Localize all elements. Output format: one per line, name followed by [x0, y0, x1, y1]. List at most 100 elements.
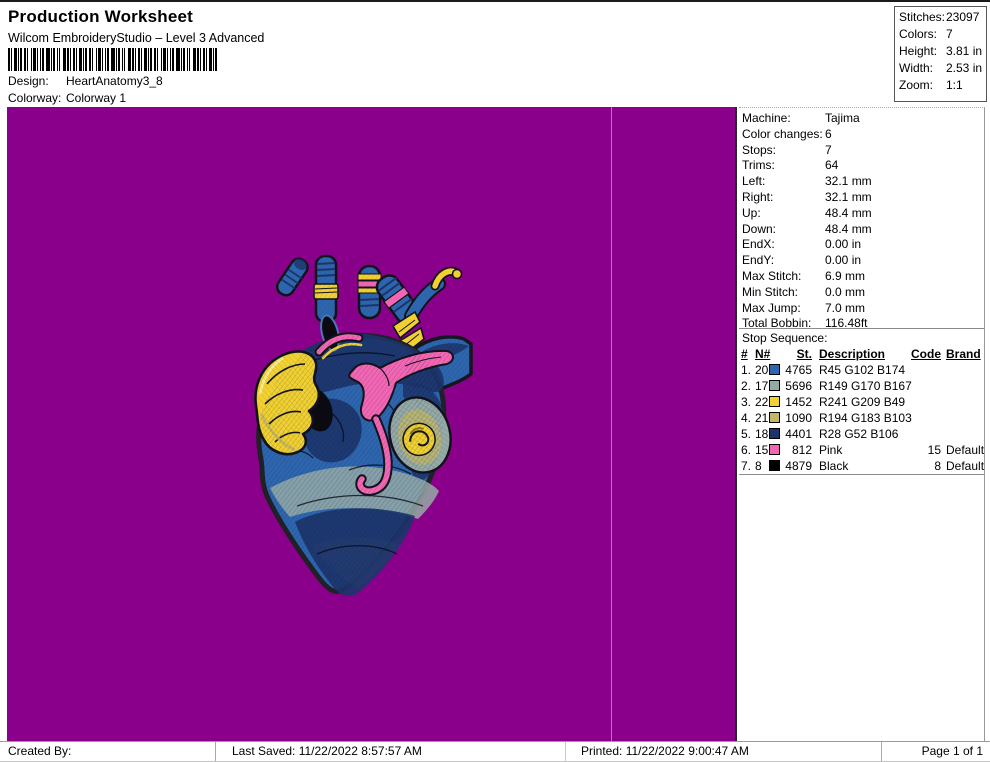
needle-number: 15: [755, 443, 769, 457]
machine-info-label: Max Jump:: [742, 300, 801, 315]
machine-info-value: 7.0 mm: [825, 300, 866, 315]
machine-info-value: 6.9 mm: [825, 268, 866, 283]
stop-sequence-row: 1. 20 4765 R45 G102 B174: [739, 362, 984, 378]
col-num: #: [741, 347, 748, 361]
summary-row: Colors: 7: [899, 26, 986, 43]
needle-number: 8: [755, 459, 762, 473]
stop-sequence-row: 2. 17 5696 R149 G170 B167: [739, 378, 984, 394]
machine-info-row: Machine: Tajima: [742, 111, 982, 127]
machine-info-value: 116.48ft: [825, 316, 868, 331]
machine-info-row: Up: 48.4 mm: [742, 206, 982, 222]
needle-number: 18: [755, 427, 769, 441]
machine-info-label: Up:: [742, 205, 761, 220]
thread-description: R194 G183 B103: [819, 411, 912, 425]
page-title: Production Worksheet: [8, 7, 194, 26]
stitch-count: 812: [791, 443, 812, 457]
machine-info-value: 0.00 in: [825, 253, 862, 268]
needle-number: 17: [755, 379, 769, 393]
machine-info-value: 0.00 in: [825, 237, 862, 252]
machine-info-row: Stops: 7: [742, 143, 982, 159]
machine-info-row: Max Jump: 7.0 mm: [742, 301, 982, 317]
machine-info-label: Machine:: [742, 111, 791, 125]
machine-info-row: Min Stitch: 0.0 mm: [742, 285, 982, 301]
thread-description: R149 G170 B167: [819, 379, 912, 393]
production-worksheet-page: Production Worksheet Wilcom EmbroiderySt…: [0, 0, 990, 762]
machine-info-value: 6: [825, 126, 832, 141]
thread-description: Pink: [819, 443, 843, 457]
stop-number: 1.: [741, 363, 752, 377]
stop-sequence-row: 6. 15 812 Pink 15 Default: [739, 442, 984, 458]
summary-label: Width:: [899, 61, 934, 75]
machine-info-label: Total Bobbin:: [742, 316, 812, 331]
machine-info-label: Stops:: [742, 142, 777, 157]
summary-value: 1:1: [946, 78, 963, 92]
machine-info-value: 48.4 mm: [825, 221, 872, 236]
needle-number: 21: [755, 411, 769, 425]
needle-number: 20: [755, 363, 769, 377]
machine-info-list: Machine: Tajima Color changes: 6 Stops: 7 Trim…: [742, 111, 982, 332]
machine-info-value: 32.1 mm: [825, 174, 872, 189]
thread-code: 15: [927, 443, 941, 457]
summary-row: Stitches: 23097: [899, 9, 986, 26]
summary-value: 3.81 in: [946, 44, 983, 58]
machine-info-label: EndX:: [742, 237, 775, 252]
stitch-count: 4879: [785, 459, 812, 473]
machine-info-row: EndX: 0.00 in: [742, 237, 982, 253]
colorway-row: Colorway: Colorway 1: [8, 91, 126, 106]
stop-sequence-title: Stop Sequence:: [742, 331, 828, 345]
barcode-icon: [8, 48, 217, 71]
stitch-count: 5696: [785, 379, 812, 393]
stop-sequence-header: # N# St. Description Code Brand: [739, 346, 984, 362]
stitch-count: 1452: [785, 395, 812, 409]
machine-info-label: Min Stitch:: [742, 284, 799, 299]
thread-description: R28 G52 B106: [819, 427, 899, 441]
stop-sequence-row: 5. 18 4401 R28 G52 B106: [739, 426, 984, 442]
col-brand: Brand: [946, 347, 981, 361]
footer-divider: [565, 742, 566, 761]
machine-info-row: Total Bobbin: 116.48ft: [742, 316, 982, 332]
page-boundary-line: [611, 107, 612, 741]
design-label: Design:: [8, 74, 49, 88]
thread-description: R45 G102 B174: [819, 363, 906, 377]
worksheet-footer: Created By: Last Saved: 11/22/2022 8:57:…: [0, 741, 990, 762]
machine-info-value: 0.0 mm: [825, 284, 866, 299]
stop-number: 4.: [741, 411, 752, 425]
summary-label: Colors:: [899, 27, 938, 41]
thread-color-swatch: [769, 460, 780, 471]
thread-color-swatch: [769, 396, 780, 407]
summary-label: Height:: [899, 44, 938, 58]
embroidery-design-preview: [253, 254, 473, 597]
col-needle: N#: [755, 347, 771, 361]
machine-info-label: Left:: [742, 174, 766, 189]
thread-code: 8: [934, 459, 941, 473]
thread-brand: Default: [946, 443, 985, 457]
created-by-label: Created By:: [8, 744, 72, 758]
machine-info-value: 64: [825, 158, 839, 173]
col-code: Code: [911, 347, 941, 361]
stop-number: 2.: [741, 379, 752, 393]
machine-info-value: 7: [825, 142, 832, 157]
stop-sequence-rows: 1. 20 4765 R45 G102 B174 2. 17 5696 R149 G170 B…: [739, 362, 984, 474]
summary-label: Stitches:: [899, 10, 946, 24]
last-saved-text: Last Saved: 11/22/2022 8:57:57 AM: [232, 744, 422, 758]
machine-info-label: Trims:: [742, 158, 775, 173]
machine-info-row: Right: 32.1 mm: [742, 190, 982, 206]
machine-info-value: 48.4 mm: [825, 205, 872, 220]
table-bottom-divider: [739, 474, 984, 475]
thread-description: R241 G209 B49: [819, 395, 906, 409]
stop-number: 6.: [741, 443, 752, 457]
colorway-value: Colorway 1: [66, 91, 127, 105]
design-summary-box: Stitches: 23097 Colors: 7 Height: 3.81 in Widt…: [894, 6, 987, 102]
machine-info-row: Color changes: 6: [742, 127, 982, 143]
machine-info-value: 32.1 mm: [825, 189, 872, 204]
stop-number: 5.: [741, 427, 752, 441]
machine-info-value: Tajima: [825, 111, 860, 125]
thread-color-swatch: [769, 444, 780, 455]
machine-info-row: Down: 48.4 mm: [742, 222, 982, 238]
machine-info-row: Max Stitch: 6.9 mm: [742, 269, 982, 285]
colorway-label: Colorway:: [8, 91, 62, 105]
software-subtitle: Wilcom EmbroideryStudio – Level 3 Advanc…: [8, 31, 265, 45]
machine-info-label: Right:: [742, 189, 774, 204]
page-number: Page 1 of 1: [921, 744, 983, 758]
printed-text: Printed: 11/22/2022 9:00:47 AM: [581, 744, 749, 758]
